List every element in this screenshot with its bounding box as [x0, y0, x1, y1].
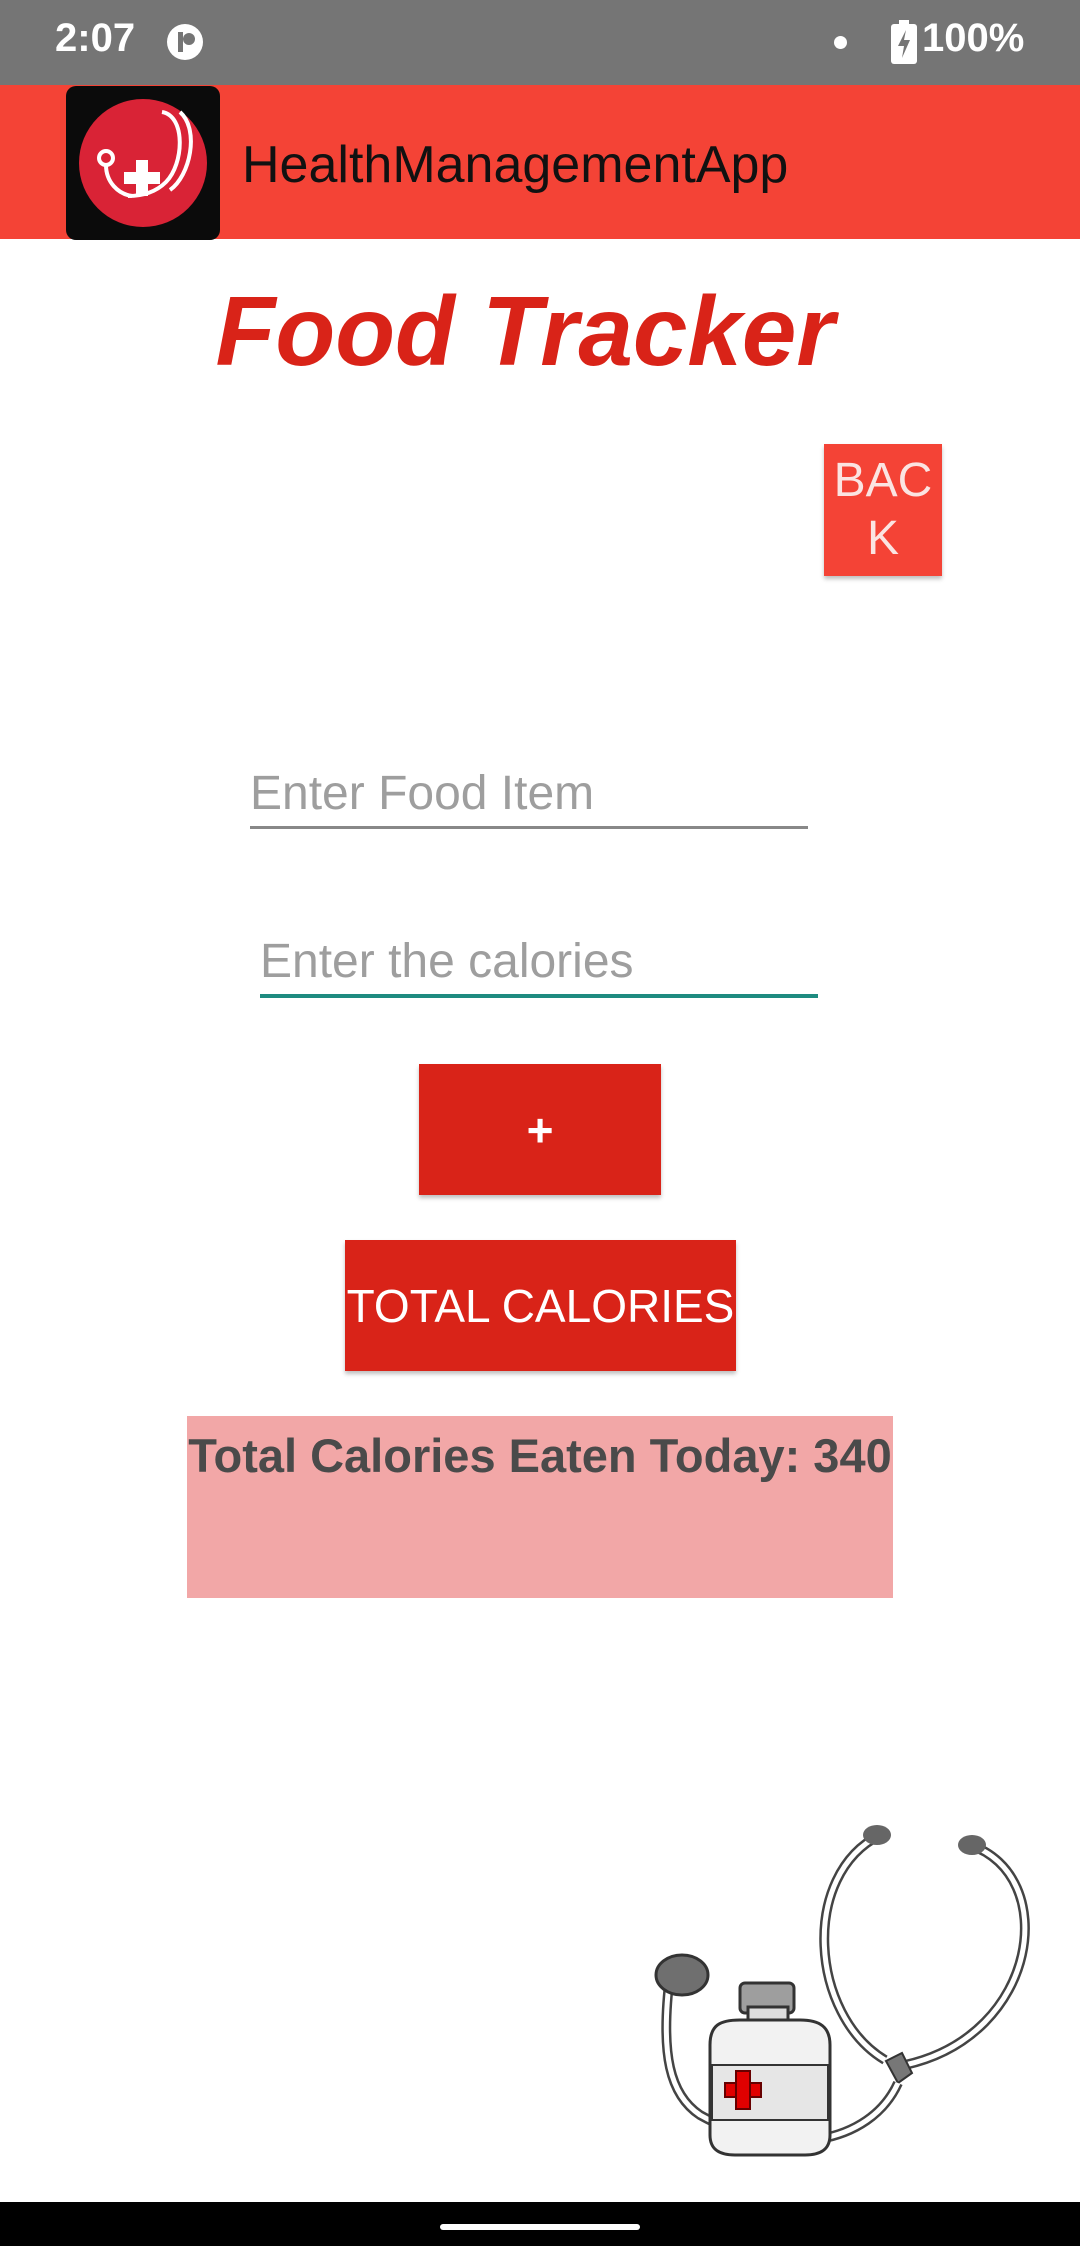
- home-indicator[interactable]: [440, 2224, 640, 2230]
- battery-percentage: 100%: [922, 16, 1025, 60]
- result-box: Total Calories Eaten Today: 340: [187, 1416, 893, 1598]
- stethoscope-medicine-bottle-illustration: [654, 1825, 1030, 2157]
- status-time: 2:07: [55, 16, 136, 60]
- total-calories-text: Total Calories Eaten Today: 340: [188, 1429, 892, 1482]
- page-title: Food Tracker: [215, 276, 835, 386]
- battery-charging-icon: [891, 20, 917, 64]
- stethoscope-cross-icon: [66, 86, 220, 240]
- app-title: HealthManagementApp: [242, 136, 789, 194]
- status-bar: 2:07 100%: [0, 0, 1080, 85]
- add-food-button[interactable]: +: [419, 1064, 661, 1195]
- total-calories-button[interactable]: TOTAL CALORIES: [345, 1240, 736, 1371]
- dot-icon: [834, 36, 847, 49]
- calories-input[interactable]: [260, 928, 818, 998]
- app-notification-icon: [167, 24, 203, 60]
- food-item-input[interactable]: [250, 760, 808, 829]
- back-button[interactable]: BACK: [824, 444, 942, 576]
